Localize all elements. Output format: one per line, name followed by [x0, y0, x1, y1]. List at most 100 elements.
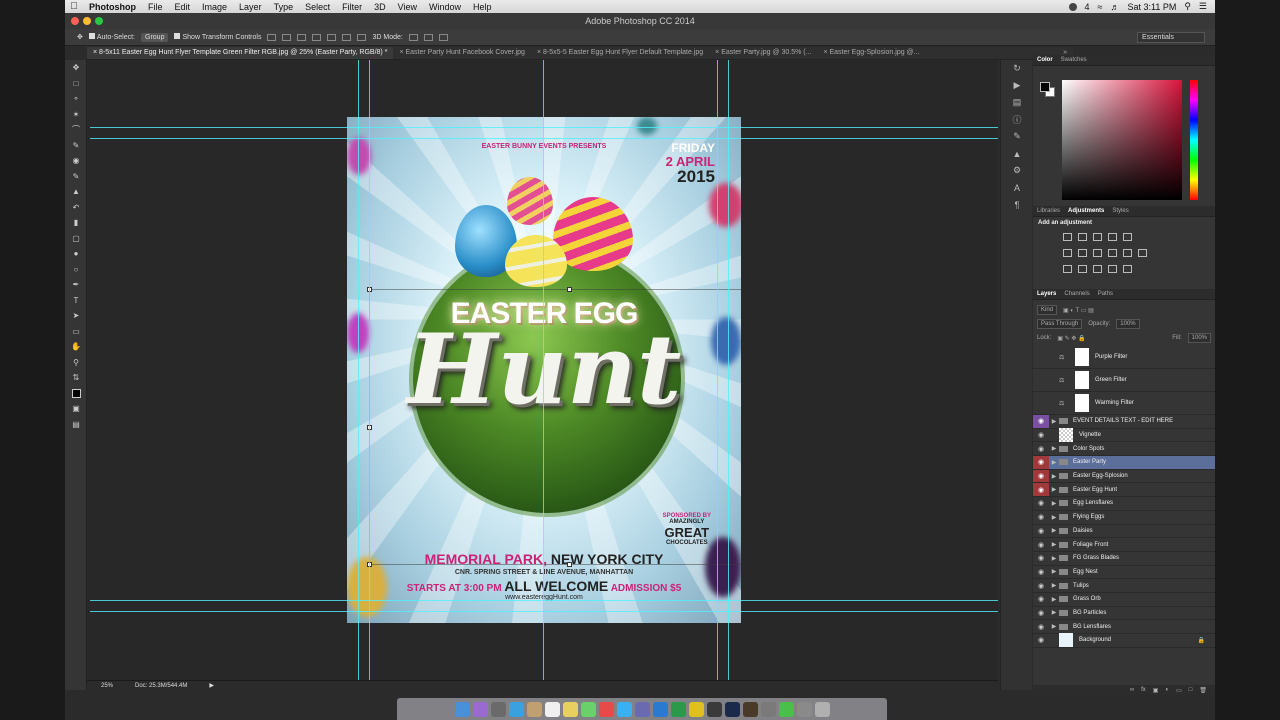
brightness-icon[interactable] [1063, 233, 1072, 241]
screen-mode-icon[interactable]: ▤ [65, 417, 87, 433]
menu-select[interactable]: Select [299, 2, 336, 12]
layer-row[interactable]: ◉ ▶ Foliage Front [1033, 538, 1215, 552]
layer-row[interactable]: ⚖ Purple Filter [1033, 346, 1215, 369]
gradient-tool-icon[interactable]: ▢ [65, 231, 87, 247]
quick-mask-icon[interactable]: ▣ [65, 401, 87, 417]
visibility-eye-icon[interactable]: ◉ [1033, 456, 1049, 469]
layer-row[interactable]: ◉ ▶ Egg Lensflares [1033, 497, 1215, 511]
paragraph-panel-icon[interactable]: ¶ [1001, 196, 1033, 213]
expand-arrow-icon[interactable]: ▶ [1049, 527, 1059, 534]
layer-row[interactable]: ◉ ▶ Egg Nest [1033, 566, 1215, 580]
tab-styles[interactable]: Styles [1112, 208, 1128, 214]
guide-vertical[interactable] [369, 60, 370, 680]
layer-name[interactable]: Purple Filter [1095, 354, 1127, 360]
layer-name[interactable]: Easter Egg-Splosion [1073, 473, 1128, 479]
layer-name[interactable]: Daisies [1073, 528, 1093, 534]
layer-name[interactable]: Warming Filter [1095, 400, 1134, 406]
menu-type[interactable]: Type [268, 2, 300, 12]
black-white-icon[interactable] [1093, 249, 1102, 257]
zoom-button[interactable] [95, 17, 103, 25]
tab-layers[interactable]: Layers [1037, 291, 1056, 297]
magic-wand-icon[interactable]: ✶ [65, 107, 87, 123]
layer-name[interactable]: Easter Party [1073, 459, 1106, 465]
layer-name[interactable]: Tulips [1073, 583, 1089, 589]
layer-name[interactable]: Color Spots [1073, 446, 1104, 452]
calendar-icon[interactable] [544, 701, 560, 717]
eyedropper-icon[interactable]: ✎ [65, 138, 87, 154]
transform-checkbox[interactable]: Show Transform Controls [174, 33, 261, 41]
layer-row[interactable]: ◉ ▶ Daisies [1033, 525, 1215, 539]
launchpad-icon[interactable] [490, 701, 506, 717]
mail-icon[interactable] [526, 701, 542, 717]
clock[interactable]: Sat 3:11 PM [1127, 2, 1176, 12]
visibility-eye-icon[interactable]: ◉ [1033, 595, 1049, 603]
close-button[interactable] [71, 17, 79, 25]
visibility-eye-icon[interactable]: ◉ [1033, 609, 1049, 617]
siri-icon[interactable] [472, 701, 488, 717]
safari-icon[interactable] [508, 701, 524, 717]
photo-filter-icon[interactable] [1108, 249, 1117, 257]
search-icon[interactable]: ⚲ [1184, 1, 1191, 12]
visibility-eye-icon[interactable]: ◉ [1033, 483, 1049, 497]
visibility-eye-icon[interactable]: ◉ [1033, 469, 1049, 483]
new-group-icon[interactable]: ▭ [1176, 687, 1182, 694]
layer-thumbnail[interactable] [1059, 633, 1073, 648]
marquee-tool-icon[interactable]: □ [65, 76, 87, 92]
illustrator-icon[interactable] [742, 701, 758, 717]
download-icon[interactable] [778, 701, 794, 717]
guide-vertical[interactable] [728, 60, 729, 680]
align-middle-icon[interactable] [282, 33, 292, 41]
app-store-icon[interactable] [616, 701, 632, 717]
fill-field[interactable]: 100% [1187, 333, 1211, 343]
sketch-icon[interactable] [688, 701, 704, 717]
layer-name[interactable]: Background [1079, 637, 1111, 643]
invert-icon[interactable] [1063, 265, 1072, 273]
layer-mask-thumbnail[interactable] [1075, 371, 1089, 389]
messages-icon[interactable] [580, 701, 596, 717]
expand-arrow-icon[interactable]: ▶ [1049, 459, 1059, 466]
clone-stamp-icon[interactable]: ▲ [65, 184, 87, 200]
color-lookup-icon[interactable] [1138, 249, 1147, 257]
layer-row[interactable]: ◉ ▶ EVENT DETAILS TEXT - EDIT HERE [1033, 415, 1215, 429]
layer-row[interactable]: ◉ ▶ Flying Eggs [1033, 511, 1215, 525]
move-tool-icon[interactable]: ✥ [77, 33, 83, 41]
expand-arrow-icon[interactable]: ▶ [1049, 541, 1059, 548]
tab-document-4[interactable]: × Easter Party.jpg @ 30.5% (... [709, 47, 817, 59]
menu-window[interactable]: Window [423, 2, 467, 12]
levels-icon[interactable] [1078, 233, 1087, 241]
link-layers-icon[interactable]: ∞ [1130, 687, 1134, 693]
flyer-artwork[interactable]: EASTER BUNNY EVENTS PRESENTS FRIDAY 2 AP… [347, 117, 741, 623]
layer-row[interactable]: ◉ ▶ Easter Egg Hunt [1033, 483, 1215, 498]
itunes-icon[interactable] [598, 701, 614, 717]
preferences-icon[interactable] [634, 701, 650, 717]
foreground-color-swatch[interactable] [1040, 82, 1050, 92]
color-swatches[interactable] [65, 386, 87, 402]
kind-filter-dropdown[interactable]: Kind [1037, 305, 1058, 315]
visibility-eye-icon[interactable]: ◉ [1033, 636, 1049, 644]
transform-handle[interactable] [567, 562, 572, 567]
expand-arrow-icon[interactable]: ▶ [1049, 555, 1059, 562]
3d-rotate-icon[interactable] [408, 33, 418, 41]
menu-3d[interactable]: 3D [368, 2, 392, 12]
trash-dock-icon[interactable] [814, 701, 830, 717]
layer-name[interactable]: Egg Nest [1073, 569, 1098, 575]
tab-libraries[interactable]: Libraries [1037, 208, 1060, 214]
auto-select-checkbox[interactable]: Auto-Select: [88, 33, 135, 41]
guide-vertical[interactable] [543, 60, 544, 680]
guide-horizontal[interactable] [90, 611, 998, 612]
expand-arrow-icon[interactable]: ▶ [1049, 486, 1059, 493]
layer-row[interactable]: ◉ ▶ BG Particles [1033, 607, 1215, 621]
guide-horizontal[interactable] [90, 600, 998, 601]
align-bottom-icon[interactable] [297, 33, 307, 41]
type-tool-icon[interactable]: T [65, 293, 87, 309]
pen-tool-icon[interactable]: ✒ [65, 277, 87, 293]
history-brush-icon[interactable]: ↶ [65, 200, 87, 216]
layer-row[interactable]: ◉ ▶ Easter Egg-Splosion [1033, 469, 1215, 484]
expand-arrow-icon[interactable]: ▶ [1049, 623, 1059, 630]
tab-color[interactable]: Color [1037, 57, 1053, 63]
lock-icon[interactable]: 🔒 [1198, 637, 1205, 644]
menu-help[interactable]: Help [467, 2, 498, 12]
expand-arrow-icon[interactable]: ▶ [1049, 514, 1059, 521]
tab-swatches[interactable]: Swatches [1061, 57, 1087, 63]
tab-adjustments[interactable]: Adjustments [1068, 208, 1104, 214]
